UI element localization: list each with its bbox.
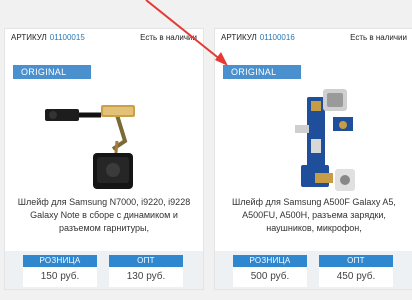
wholesale-price-block: ОПТ 450 руб.	[319, 255, 393, 287]
card-header: АРТИКУЛ 01100015 Есть в наличии	[5, 29, 203, 47]
sku-number: 01100016	[259, 33, 295, 42]
card-header: АРТИКУЛ 01100016 Есть в наличии	[215, 29, 412, 47]
wholesale-price: 130 руб.	[109, 267, 183, 287]
stock-status: Есть в наличии	[350, 33, 407, 42]
product-card[interactable]: АРТИКУЛ 01100015 Есть в наличии ORIGINAL …	[4, 28, 204, 290]
product-image[interactable]	[215, 81, 412, 199]
product-card[interactable]: АРТИКУЛ 01100016 Есть в наличии ORIGINAL …	[214, 28, 412, 290]
sku-number: 01100015	[49, 33, 85, 42]
wholesale-label: ОПТ	[109, 255, 183, 267]
product-image[interactable]	[5, 81, 203, 199]
retail-label: РОЗНИЦА	[233, 255, 307, 267]
sku-label: АРТИКУЛ 01100015	[11, 33, 85, 42]
stock-status: Есть в наличии	[140, 33, 197, 42]
wholesale-price-block: ОПТ 130 руб.	[109, 255, 183, 287]
price-panel: РОЗНИЦА 150 руб. ОПТ 130 руб.	[5, 251, 203, 289]
original-badge: ORIGINAL	[223, 65, 301, 79]
product-grid: АРТИКУЛ 01100015 Есть в наличии ORIGINAL …	[0, 0, 412, 300]
product-description[interactable]: Шлейф для Samsung A500F Galaxy A5, A500F…	[221, 196, 407, 248]
retail-price: 150 руб.	[23, 267, 97, 287]
price-panel: РОЗНИЦА 500 руб. ОПТ 450 руб.	[215, 251, 412, 289]
original-badge: ORIGINAL	[13, 65, 91, 79]
retail-price: 500 руб.	[233, 267, 307, 287]
retail-label: РОЗНИЦА	[23, 255, 97, 267]
retail-price-block: РОЗНИЦА 150 руб.	[23, 255, 97, 287]
wholesale-price: 450 руб.	[319, 267, 393, 287]
sku-label: АРТИКУЛ 01100016	[221, 33, 295, 42]
product-description[interactable]: Шлейф для Samsung N7000, i9220, i9228 Ga…	[11, 196, 197, 248]
wholesale-label: ОПТ	[319, 255, 393, 267]
retail-price-block: РОЗНИЦА 500 руб.	[233, 255, 307, 287]
